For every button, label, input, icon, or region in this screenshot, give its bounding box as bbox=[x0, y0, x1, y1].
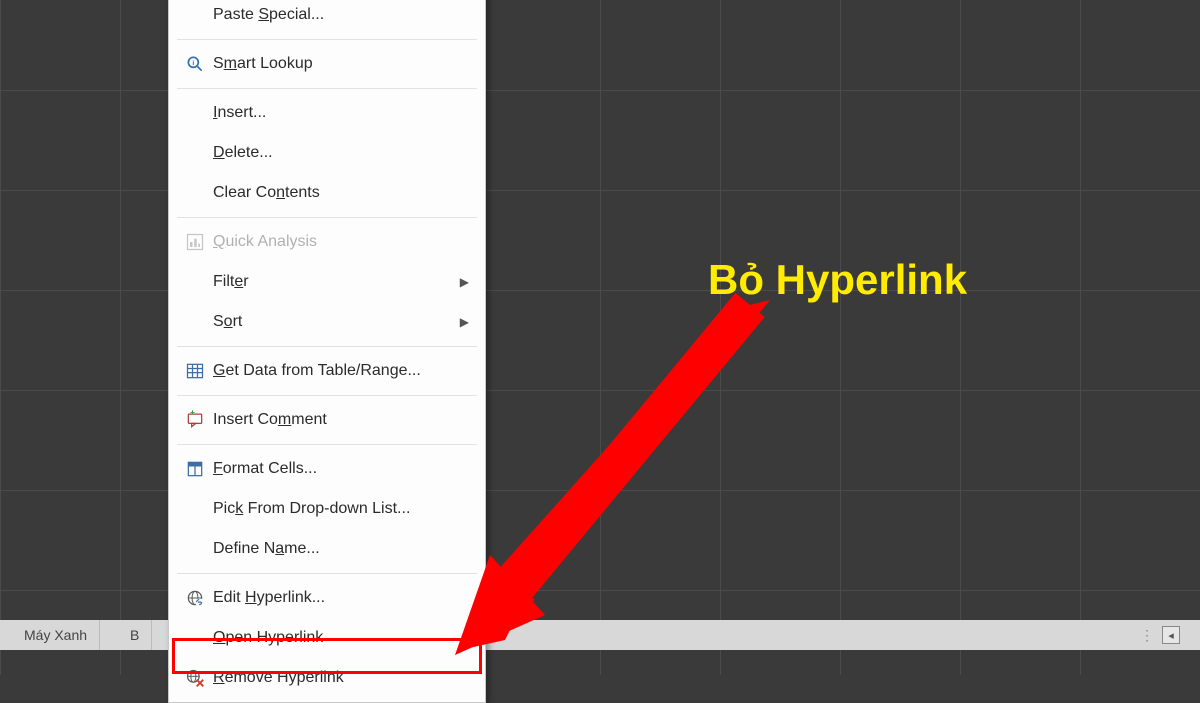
menu-item[interactable]: Format Cells... bbox=[169, 449, 485, 489]
menu-item[interactable]: Insert... bbox=[169, 93, 485, 133]
submenu-arrow-icon: ▶ bbox=[460, 315, 469, 329]
submenu-arrow-icon: ▶ bbox=[460, 275, 469, 289]
menu-item-label: Delete... bbox=[213, 144, 469, 162]
svg-text:i: i bbox=[192, 60, 194, 67]
menu-item[interactable]: i Smart Lookup bbox=[169, 44, 485, 84]
menu-item[interactable]: Sort▶ bbox=[169, 302, 485, 342]
smart-lookup-icon: i bbox=[177, 54, 213, 74]
annotation-callout: Bỏ Hyperlink bbox=[708, 256, 967, 304]
menu-separator bbox=[177, 573, 477, 574]
menu-item-label: Edit Hyperlink... bbox=[213, 589, 469, 607]
menu-item[interactable]: Remove Hyperlink bbox=[169, 658, 485, 698]
menu-item[interactable]: Clear Contents bbox=[169, 173, 485, 213]
menu-item-label: Smart Lookup bbox=[213, 55, 469, 73]
quick-analysis-icon bbox=[177, 232, 213, 252]
menu-item[interactable]: Get Data from Table/Range... bbox=[169, 351, 485, 391]
menu-item-label: Sort bbox=[213, 313, 460, 331]
menu-item-label: Get Data from Table/Range... bbox=[213, 362, 469, 380]
menu-item-label: Filter bbox=[213, 273, 460, 291]
comment-icon: + bbox=[177, 410, 213, 430]
menu-item-label: Remove Hyperlink bbox=[213, 669, 469, 687]
menu-item: Quick Analysis bbox=[169, 222, 485, 262]
cell-context-menu: Paste Special... i Smart Lookup Insert... De… bbox=[168, 0, 486, 703]
remove-hyperlink-icon bbox=[177, 668, 213, 688]
menu-item[interactable]: + Insert Comment bbox=[169, 400, 485, 440]
menu-item[interactable]: Paste Special... bbox=[169, 0, 485, 35]
table-icon bbox=[177, 361, 213, 381]
menu-item-label: Format Cells... bbox=[213, 460, 469, 478]
format-cells-icon bbox=[177, 459, 213, 479]
menu-item-label: Clear Contents bbox=[213, 184, 469, 202]
menu-item-label: Insert Comment bbox=[213, 411, 469, 429]
scroll-split-icon[interactable]: ⋮ bbox=[1140, 627, 1156, 644]
menu-separator bbox=[177, 444, 477, 445]
menu-item-label: Paste Special... bbox=[213, 6, 469, 24]
scroll-left-button[interactable]: ◂ bbox=[1162, 626, 1180, 644]
menu-item[interactable]: Define Name... bbox=[169, 529, 485, 569]
svg-text:+: + bbox=[190, 410, 195, 417]
menu-item[interactable]: Filter▶ bbox=[169, 262, 485, 302]
hyperlink-icon bbox=[177, 588, 213, 608]
sheet-tab[interactable]: B bbox=[118, 620, 152, 650]
menu-separator bbox=[177, 395, 477, 396]
menu-item[interactable]: Delete... bbox=[169, 133, 485, 173]
menu-separator bbox=[177, 39, 477, 40]
menu-item-label: Open Hyperlink bbox=[213, 629, 469, 647]
menu-item-label: Insert... bbox=[213, 104, 469, 122]
menu-item-label: Pick From Drop-down List... bbox=[213, 500, 469, 518]
menu-item[interactable]: Open Hyperlink bbox=[169, 618, 485, 658]
menu-item-label: Quick Analysis bbox=[213, 233, 469, 251]
menu-item-label: Define Name... bbox=[213, 540, 469, 558]
sheet-tab[interactable]: Máy Xanh bbox=[12, 620, 100, 650]
menu-separator bbox=[177, 217, 477, 218]
menu-item[interactable]: Pick From Drop-down List... bbox=[169, 489, 485, 529]
menu-item[interactable]: Edit Hyperlink... bbox=[169, 578, 485, 618]
menu-separator bbox=[177, 88, 477, 89]
menu-separator bbox=[177, 346, 477, 347]
